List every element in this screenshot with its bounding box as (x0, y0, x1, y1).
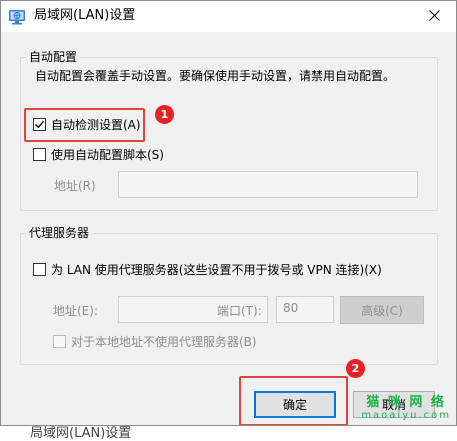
watermark-main-text: 猫 咪 网 络 (366, 395, 446, 410)
watermark-sub-text: maoaiyu.com (361, 410, 451, 421)
bypass-local-checkbox[interactable] (53, 335, 66, 348)
step2-highlight (239, 376, 348, 425)
step2-badge: 2 (346, 359, 365, 378)
network-settings-icon (8, 8, 26, 26)
background-window-title: 局域网(LAN)设置 (30, 426, 132, 441)
proxy-port-label: 端口(T): (217, 304, 262, 318)
advanced-button[interactable]: 高级(C) (340, 296, 424, 324)
script-address-label: 地址(R) (54, 179, 96, 193)
advanced-button-label: 高级(C) (361, 303, 403, 318)
step1-badge: 1 (155, 105, 174, 124)
title-bar[interactable]: 局域网(LAN)设置 (1, 1, 456, 32)
use-auto-config-script-label[interactable]: 使用自动配置脚本(S) (51, 147, 164, 163)
close-button[interactable] (412, 1, 456, 32)
use-auto-config-script-checkbox[interactable] (33, 148, 46, 161)
proxy-address-label: 地址(E): (53, 304, 98, 318)
script-address-input[interactable] (118, 171, 418, 198)
dialog-title: 局域网(LAN)设置 (34, 8, 136, 23)
step1-highlight (24, 108, 145, 142)
auto-config-group-label: 自动配置 (26, 49, 81, 65)
proxy-port-input[interactable]: 80 (276, 296, 334, 323)
close-icon (428, 9, 440, 24)
bypass-local-label[interactable]: 对于本地地址不使用代理服务器(B) (71, 334, 257, 350)
lan-settings-dialog: 局域网(LAN)设置 自动配置 自动配置会覆盖手动设置。要确保使用手动设置，请禁… (0, 0, 457, 426)
use-proxy-label[interactable]: 为 LAN 使用代理服务器(这些设置不用于拨号或 VPN 连接)(X) (51, 262, 382, 278)
auto-config-description: 自动配置会覆盖手动设置。要确保使用手动设置，请禁用自动配置。 (35, 69, 396, 83)
site-watermark: 猫 咪 网 络 maoaiyu.com (361, 396, 451, 422)
proxy-server-group-label: 代理服务器 (26, 225, 93, 241)
use-proxy-checkbox[interactable] (33, 263, 46, 276)
